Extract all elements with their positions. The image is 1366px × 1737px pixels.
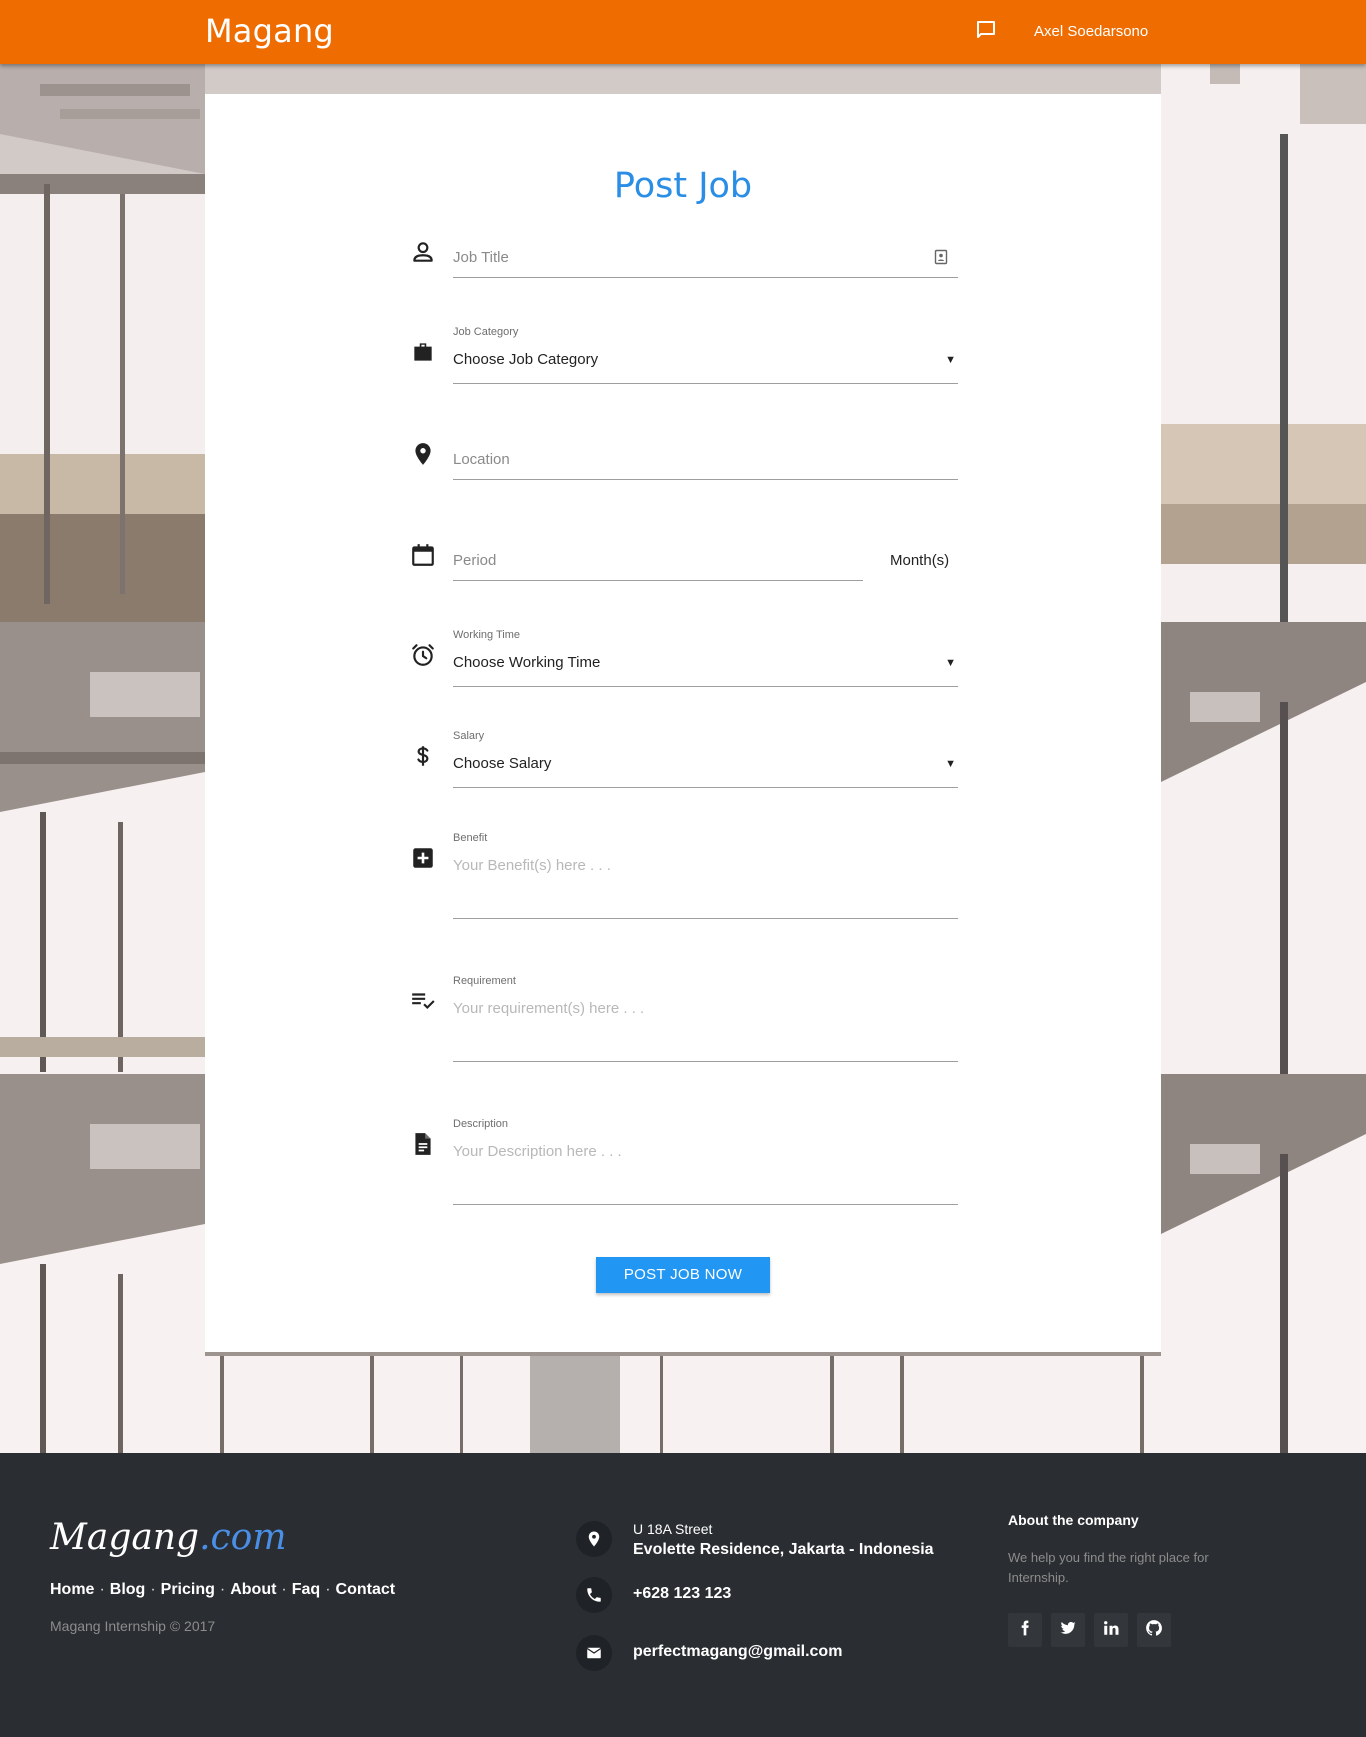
link-separator: ·	[99, 1581, 105, 1598]
job-category-label: Job Category	[453, 326, 519, 338]
address-city: Evolette Residence, Jakarta - Indonesia	[633, 1541, 934, 1558]
briefcase-icon	[410, 339, 436, 365]
link-separator: ·	[325, 1581, 331, 1598]
footer: Magang.com Home · Blog · Pricing · About…	[0, 1453, 1366, 1737]
description-input[interactable]: Your Description here . . .	[453, 1143, 622, 1160]
requirement-textarea[interactable]: Requirement Your requirement(s) here . .…	[453, 973, 958, 1063]
address-street: U 18A Street	[633, 1521, 713, 1537]
checklist-icon	[410, 988, 436, 1014]
salary-underline	[453, 787, 958, 788]
period-unit-label: Month(s)	[890, 552, 950, 569]
salary-value[interactable]: Choose Salary	[453, 755, 551, 772]
description-label: Description	[453, 1118, 509, 1130]
location-pin-icon	[410, 441, 436, 467]
footer-link-home[interactable]: Home	[50, 1581, 94, 1599]
link-separator: ·	[150, 1581, 156, 1598]
description-textarea[interactable]: Description Your Description here . . .	[453, 1116, 958, 1206]
dropdown-caret-icon: ▼	[945, 657, 956, 669]
period-input[interactable]: Period	[453, 552, 496, 569]
linkedin-icon	[1102, 1619, 1120, 1642]
alarm-clock-icon	[410, 642, 436, 668]
requirement-input[interactable]: Your requirement(s) here . . .	[453, 1000, 644, 1017]
job-category-select[interactable]: Job Category Choose Job Category ▼	[453, 324, 958, 384]
brand-logo[interactable]: Magang	[205, 12, 334, 50]
top-navbar: Magang Axel Soedarsono	[0, 0, 1366, 64]
benefit-label: Benefit	[453, 832, 488, 844]
footer-link-contact[interactable]: Contact	[336, 1581, 396, 1599]
phone-icon	[576, 1577, 612, 1613]
benefit-textarea[interactable]: Benefit Your Benefit(s) here . . .	[453, 830, 958, 920]
job-title-input[interactable]: Job Title	[453, 249, 509, 266]
working-time-value[interactable]: Choose Working Time	[453, 654, 600, 671]
copyright: Magang Internship © 2017	[50, 1618, 216, 1634]
working-time-underline	[453, 686, 958, 687]
footer-nav: Home · Blog · Pricing · About · Faq · Co…	[50, 1581, 395, 1599]
contact-card-icon	[934, 249, 948, 270]
social-links	[1008, 1613, 1180, 1647]
github-icon	[1145, 1619, 1163, 1642]
location-underline	[453, 479, 958, 480]
location-pin-icon	[576, 1521, 612, 1557]
dollar-icon	[410, 743, 436, 769]
working-time-label: Working Time	[453, 629, 521, 641]
footer-logo-suffix: .com	[199, 1517, 287, 1558]
contact-email[interactable]: perfectmagang@gmail.com	[633, 1643, 842, 1661]
job-category-underline	[453, 383, 958, 384]
period-field[interactable]: Period Month(s)	[453, 537, 958, 581]
benefit-input[interactable]: Your Benefit(s) here . . .	[453, 857, 611, 874]
contact-phone[interactable]: +628 123 123	[633, 1585, 731, 1603]
about-title: About the company	[1008, 1512, 1139, 1528]
document-icon	[410, 1131, 436, 1157]
user-menu[interactable]: Axel Soedarsono	[1034, 23, 1148, 40]
post-job-card: Post Job Job Title Job Category Choose J…	[205, 94, 1161, 1352]
add-box-icon	[410, 845, 436, 871]
salary-select[interactable]: Salary Choose Salary ▼	[453, 728, 958, 788]
linkedin-button[interactable]	[1094, 1613, 1128, 1647]
location-field[interactable]: Location	[453, 436, 958, 480]
footer-link-faq[interactable]: Faq	[292, 1581, 320, 1599]
footer-logo-main: Magang	[50, 1517, 200, 1558]
location-input[interactable]: Location	[453, 451, 510, 468]
page-title: Post Job	[613, 166, 753, 206]
twitter-icon	[1059, 1619, 1077, 1642]
post-job-button[interactable]: POST JOB NOW	[596, 1257, 770, 1293]
link-separator: ·	[281, 1581, 287, 1598]
working-time-select[interactable]: Working Time Choose Working Time ▼	[453, 627, 958, 687]
requirement-underline	[453, 1061, 958, 1062]
chat-icon	[974, 18, 998, 47]
calendar-icon	[410, 542, 436, 568]
facebook-button[interactable]	[1008, 1613, 1042, 1647]
github-button[interactable]	[1137, 1613, 1171, 1647]
footer-link-about[interactable]: About	[230, 1581, 276, 1599]
person-icon	[410, 239, 436, 265]
email-icon	[576, 1635, 612, 1671]
footer-link-pricing[interactable]: Pricing	[161, 1581, 215, 1599]
link-separator: ·	[219, 1581, 226, 1598]
dropdown-caret-icon: ▼	[945, 354, 956, 366]
period-underline	[453, 580, 863, 581]
facebook-icon	[1017, 1620, 1033, 1641]
job-title-field[interactable]: Job Title	[453, 234, 958, 278]
footer-logo[interactable]: Magang.com	[50, 1517, 286, 1558]
requirement-label: Requirement	[453, 975, 516, 987]
footer-link-blog[interactable]: Blog	[110, 1581, 146, 1599]
salary-label: Salary	[453, 730, 485, 742]
dropdown-caret-icon: ▼	[945, 758, 956, 770]
benefit-underline	[453, 918, 958, 919]
messages-button[interactable]	[972, 18, 1000, 46]
twitter-button[interactable]	[1051, 1613, 1085, 1647]
job-title-underline	[453, 277, 958, 278]
description-underline	[453, 1204, 958, 1205]
about-text: We help you find the right place for Int…	[1008, 1550, 1209, 1585]
job-category-value[interactable]: Choose Job Category	[453, 351, 598, 368]
